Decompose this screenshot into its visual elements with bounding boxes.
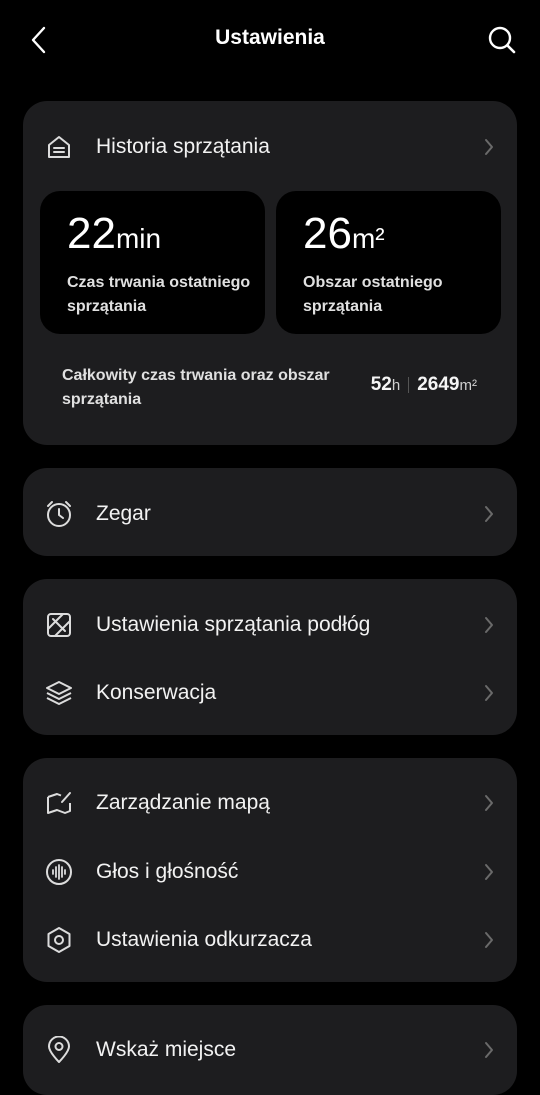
chevron-right-icon — [481, 930, 497, 950]
robot-history-icon — [43, 131, 75, 163]
layers-icon — [43, 677, 75, 709]
total-label: Całkowity czas trwania oraz obszar sprzą… — [62, 367, 330, 408]
location-pin-icon — [43, 1034, 75, 1066]
maintenance-label: Konserwacja — [96, 681, 217, 704]
locate-label: Wskaż miejsce — [96, 1038, 237, 1061]
floor-cleaning-icon — [43, 609, 75, 641]
floor-settings-row[interactable]: Ustawienia sprzątania podłóg — [23, 595, 517, 655]
locate-row[interactable]: Wskaż miejsce — [23, 1020, 517, 1080]
history-label: Historia sprzątania — [96, 135, 270, 158]
last-area-box: 26m² Obszar ostatniego sprzątania — [276, 191, 501, 334]
page-title: Ustawienia — [215, 26, 325, 49]
hexagon-settings-icon — [43, 924, 75, 956]
last-duration-label: Czas trwania ostatniego sprzątania — [67, 274, 251, 315]
alarm-clock-icon — [43, 498, 75, 530]
search-button[interactable] — [484, 22, 520, 58]
chevron-right-icon — [481, 793, 497, 813]
last-duration-box: 22min Czas trwania ostatniego sprzątania — [40, 191, 265, 334]
chevron-right-icon — [481, 1040, 497, 1060]
divider — [408, 377, 410, 393]
clock-row[interactable]: Zegar — [23, 484, 517, 544]
device-card: Zarządzanie mapą Głos i głośność Ustawie… — [23, 758, 517, 982]
last-duration-value: 22min — [67, 209, 162, 258]
chevron-right-icon — [481, 862, 497, 882]
map-management-row[interactable]: Zarządzanie mapą — [23, 773, 517, 833]
chevron-right-icon — [481, 615, 497, 635]
maintenance-row[interactable]: Konserwacja — [23, 663, 517, 723]
clock-label: Zegar — [96, 502, 151, 525]
history-row[interactable]: Historia sprzątania — [23, 117, 517, 177]
voice-volume-row[interactable]: Głos i głośność — [23, 842, 517, 902]
total-values: 52 h 2649 m² — [370, 374, 477, 395]
last-area-value: 26m² — [303, 209, 385, 258]
header: Ustawienia — [0, 0, 540, 80]
history-card: Historia sprzątania 22min Czas trwania o… — [23, 101, 517, 445]
vacuum-settings-row[interactable]: Ustawienia odkurzacza — [23, 910, 517, 970]
map-management-label: Zarządzanie mapą — [96, 791, 270, 814]
last-area-label: Obszar ostatniego sprzątania — [303, 274, 443, 315]
chevron-right-icon — [481, 137, 497, 157]
clock-card: Zegar — [23, 468, 517, 556]
chevron-right-icon — [481, 504, 497, 524]
voice-icon — [43, 856, 75, 888]
chevron-right-icon — [481, 683, 497, 703]
cleaning-card: Ustawienia sprzątania podłóg Konserwacja — [23, 579, 517, 735]
search-icon — [488, 26, 516, 54]
floor-settings-label: Ustawienia sprzątania podłóg — [96, 613, 371, 636]
locate-card: Wskaż miejsce — [23, 1005, 517, 1095]
voice-volume-label: Głos i głośność — [96, 860, 239, 883]
total-area: 2649 — [417, 374, 460, 395]
total-hours: 52 — [370, 374, 392, 395]
map-edit-icon — [43, 787, 75, 819]
vacuum-settings-label: Ustawienia odkurzacza — [96, 928, 312, 951]
